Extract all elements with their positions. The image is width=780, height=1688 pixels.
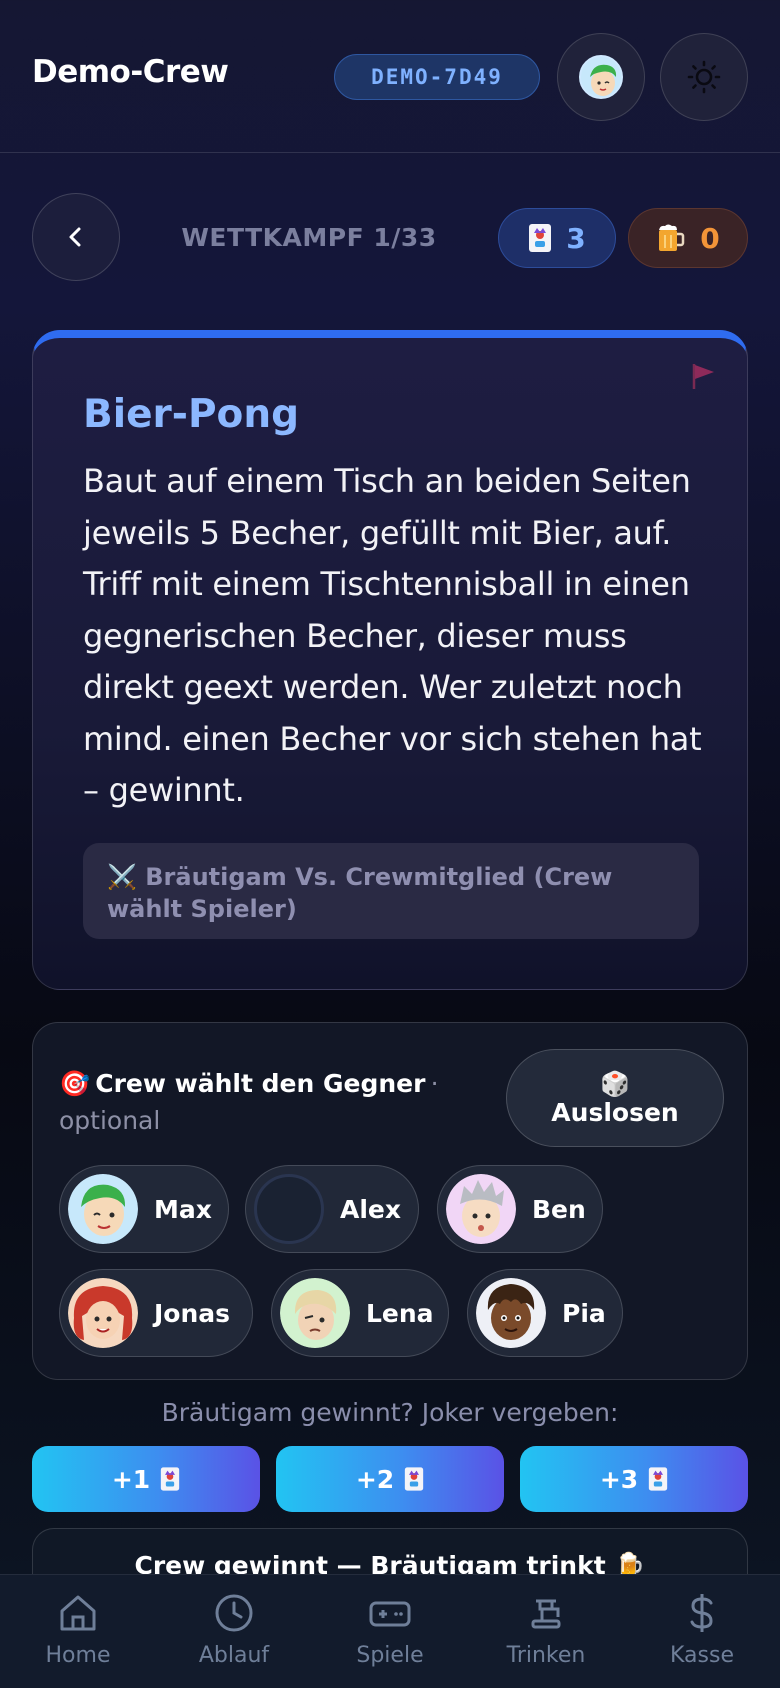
player-chip-jonas[interactable]: Jonas (59, 1269, 253, 1357)
nav-item-trinken[interactable]: Trinken (468, 1575, 624, 1688)
nav-item-kasse[interactable]: Kasse (624, 1575, 780, 1688)
nav-item-ablauf[interactable]: Ablauf (156, 1575, 312, 1688)
nav-item-home[interactable]: Home (0, 1575, 156, 1688)
dice-icon: 🎲 (600, 1069, 630, 1098)
player-chip-lena[interactable]: Lena (271, 1269, 449, 1357)
room-code-badge[interactable]: DEMO-7D49 (334, 54, 540, 100)
beer-tap-icon (531, 1599, 561, 1629)
joker-plus-1-button[interactable]: +1 (32, 1446, 260, 1512)
player-name: Lena (366, 1298, 434, 1328)
crew-select-title: Crew wählt den Gegner (95, 1069, 426, 1098)
player-name: Jonas (154, 1298, 231, 1328)
gamepad-icon (369, 1601, 411, 1627)
player-avatar (68, 1278, 138, 1348)
joker-plus-2-button[interactable]: +2 (276, 1446, 504, 1512)
bottom-nav: Home Ablauf Spiele Trinken Kasse (0, 1574, 780, 1688)
beer-count: 0 (700, 221, 720, 255)
app-header: Demo-Crew DEMO-7D49 (0, 0, 780, 153)
beer-mug-icon (659, 224, 685, 251)
joker-award-label: Bräutigam gewinnt? Joker vergeben: (161, 1398, 619, 1427)
clock-icon (215, 1594, 253, 1632)
player-chip-pia[interactable]: Pia (467, 1269, 623, 1357)
sun-icon (687, 60, 721, 94)
home-icon (60, 1595, 96, 1631)
player-name: Alex (340, 1194, 401, 1224)
player-avatar (446, 1174, 516, 1244)
round-bar: WETTKAMPF 1/33 3 0 (0, 193, 780, 283)
game-card: Bier-Pong Baut auf einem Tisch an beiden… (32, 330, 748, 990)
app-title: Demo-Crew (32, 54, 229, 90)
target-icon: 🎯 (59, 1069, 91, 1098)
flag-icon[interactable] (691, 362, 717, 394)
player-avatar (476, 1278, 546, 1348)
nav-label: Ablauf (198, 1643, 270, 1668)
player-name: Ben (532, 1194, 586, 1224)
player-avatar (280, 1278, 350, 1348)
crew-select-card: 🎯 Crew wählt den Gegner · optional 🎲 Aus… (32, 1022, 748, 1380)
player-name: Max (154, 1194, 212, 1224)
joker-card-icon (161, 1467, 180, 1491)
player-name: Pia (562, 1298, 606, 1328)
player-chip-alex[interactable]: Alex (245, 1165, 419, 1253)
theme-toggle-button[interactable] (660, 33, 748, 121)
nav-label: Trinken (506, 1643, 586, 1668)
beer-count-badge: 0 (628, 208, 748, 268)
player-chip-max[interactable]: Max (59, 1165, 229, 1253)
draw-button[interactable]: 🎲 Auslosen (506, 1049, 724, 1147)
crew-select-heading: 🎯 Crew wählt den Gegner · optional (59, 1067, 459, 1141)
player-avatar-empty (254, 1174, 324, 1244)
game-description: Baut auf einem Tisch an beiden Seiten je… (83, 462, 702, 809)
player-avatar (68, 1174, 138, 1244)
joker-count-badge: 3 (498, 208, 616, 268)
joker-card-icon (529, 224, 552, 252)
joker-card-icon (405, 1467, 424, 1491)
joker-count: 3 (566, 221, 586, 255)
user-avatar-icon (579, 55, 623, 99)
game-title: Bier-Pong (83, 392, 300, 437)
chevron-left-icon (69, 227, 81, 247)
profile-button[interactable] (557, 33, 645, 121)
optional-label: optional (59, 1106, 161, 1135)
joker-card-icon (649, 1467, 668, 1491)
game-mode-label: Bräutigam Vs. Crewmitglied (Crew wählt S… (107, 863, 613, 923)
nav-label: Home (45, 1643, 111, 1668)
nav-label: Kasse (670, 1643, 734, 1668)
separator-dot: · (430, 1069, 439, 1098)
game-mode-box: ⚔️ Bräutigam Vs. Crewmitglied (Crew wähl… (83, 843, 699, 939)
round-counter: WETTKAMPF 1/33 (181, 223, 437, 252)
draw-button-label: Auslosen (551, 1097, 679, 1127)
joker-button-label: +2 (355, 1464, 395, 1494)
joker-button-label: +3 (599, 1464, 639, 1494)
joker-button-label: +1 (111, 1464, 151, 1494)
player-chip-ben[interactable]: Ben (437, 1165, 603, 1253)
joker-plus-3-button[interactable]: +3 (520, 1446, 748, 1512)
nav-item-spiele[interactable]: Spiele (312, 1575, 468, 1688)
nav-label: Spiele (356, 1643, 424, 1668)
swords-icon: ⚔️ (107, 863, 137, 891)
dollar-icon (690, 1594, 713, 1632)
back-button[interactable] (32, 193, 120, 281)
